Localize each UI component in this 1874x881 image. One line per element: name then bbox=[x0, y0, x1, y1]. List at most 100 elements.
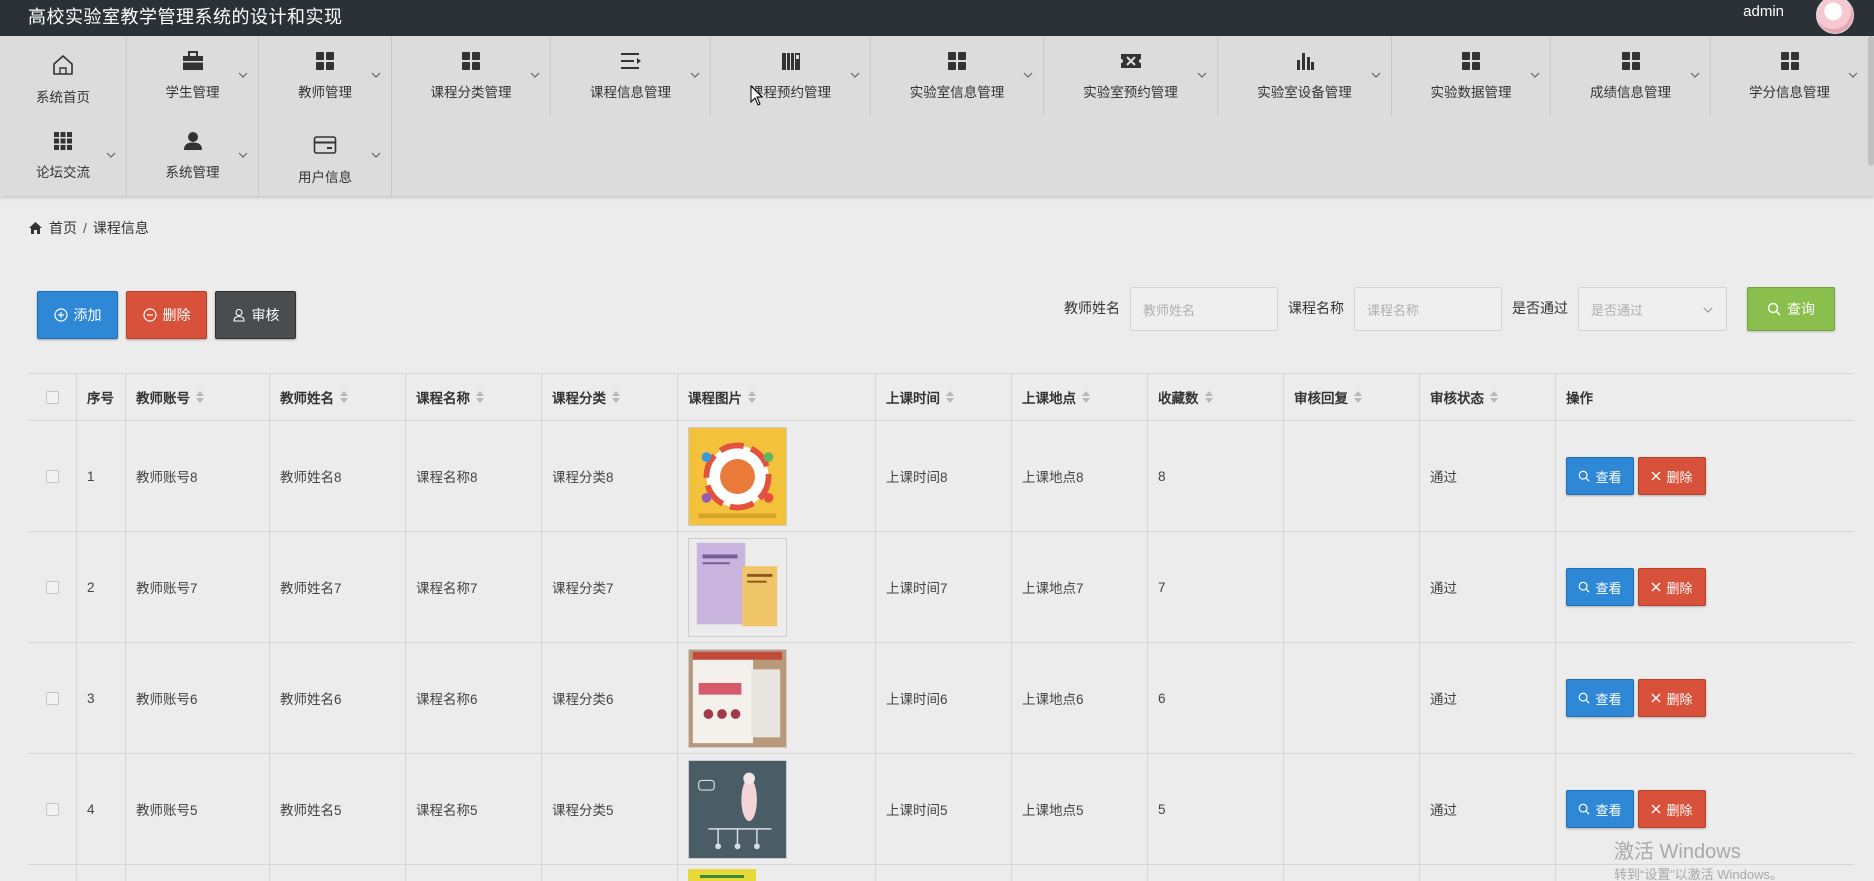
view-button[interactable]: 查看 bbox=[1566, 790, 1634, 828]
grid-icon bbox=[1458, 48, 1484, 74]
row-delete-button[interactable]: 删除 bbox=[1638, 790, 1706, 828]
select-all-checkbox[interactable] bbox=[45, 390, 59, 404]
nav-item-lab-info[interactable]: 实验室信息管理 bbox=[871, 36, 1044, 116]
course-image[interactable] bbox=[688, 426, 787, 526]
nav-item-lab-booking[interactable]: 实验室预约管理 bbox=[1044, 36, 1218, 116]
top-bar: 高校实验室教学管理系统的设计和实现 admin bbox=[0, 0, 1874, 36]
cell-reply bbox=[1284, 643, 1420, 753]
view-button-label: 查看 bbox=[1595, 469, 1622, 485]
cell-teacher-name: 教师姓名7 bbox=[270, 532, 406, 642]
sort-icon[interactable] bbox=[946, 391, 954, 403]
header-no: 序号 bbox=[87, 391, 114, 406]
course-name-input[interactable]: 课程名称 bbox=[1354, 287, 1502, 331]
sort-icon[interactable] bbox=[196, 391, 204, 403]
nav-item-grades[interactable]: 成绩信息管理 bbox=[1551, 36, 1711, 116]
pass-select[interactable]: 是否通过 bbox=[1578, 287, 1727, 331]
course-image[interactable] bbox=[688, 869, 756, 881]
view-button-label: 查看 bbox=[1595, 802, 1622, 818]
cell-teacher-name: 教师姓名8 bbox=[270, 421, 406, 531]
nav-item-home[interactable]: 系统首页 bbox=[0, 36, 127, 116]
sort-icon[interactable] bbox=[1082, 391, 1090, 403]
avatar[interactable] bbox=[1816, 0, 1854, 34]
course-image[interactable] bbox=[688, 759, 787, 859]
view-button[interactable]: 查看 bbox=[1566, 568, 1634, 606]
sort-icon[interactable] bbox=[1204, 391, 1213, 403]
teacher-name-input[interactable]: 教师姓名 bbox=[1130, 287, 1278, 331]
search-icon bbox=[1579, 470, 1591, 482]
row-checkbox[interactable] bbox=[45, 469, 59, 483]
nav-item-teachers[interactable]: 教师管理 bbox=[259, 36, 392, 116]
nav-item-user-info[interactable]: 用户信息 bbox=[259, 116, 392, 196]
nav-item-lab-data[interactable]: 实验数据管理 bbox=[1392, 36, 1551, 116]
row-checkbox[interactable] bbox=[45, 802, 59, 816]
row-delete-button[interactable]: 删除 bbox=[1638, 568, 1706, 606]
grid9-icon bbox=[50, 128, 76, 154]
chevron-down-icon bbox=[1023, 72, 1033, 78]
header-time[interactable]: 上课时间 bbox=[886, 387, 940, 407]
course-image[interactable] bbox=[688, 648, 787, 748]
header-place[interactable]: 上课地点 bbox=[1022, 387, 1076, 407]
chevron-down-icon bbox=[850, 72, 860, 78]
username[interactable]: admin bbox=[1743, 3, 1784, 20]
table-row: 2 教师账号7 教师姓名7 课程名称7 课程分类7 上课时间7 上课地点7 7 … bbox=[28, 532, 1854, 643]
header-teacher-name[interactable]: 教师姓名 bbox=[280, 387, 334, 407]
header-image[interactable]: 课程图片 bbox=[688, 387, 742, 407]
cell-fav: 7 bbox=[1148, 532, 1284, 642]
sort-icon[interactable] bbox=[340, 391, 348, 403]
cell-place: 上课地点6 bbox=[1012, 643, 1148, 753]
windows-activation-hint: 转到“设置”以激活 Windows。 bbox=[1614, 867, 1784, 881]
page-scrollbar[interactable] bbox=[1868, 36, 1874, 166]
close-icon bbox=[1651, 804, 1661, 814]
cell-no: 3 bbox=[77, 643, 126, 753]
nav-label: 成绩信息管理 bbox=[1590, 85, 1671, 100]
query-button[interactable]: 查询 bbox=[1747, 287, 1835, 331]
delete-button[interactable]: 删除 bbox=[126, 291, 207, 339]
nav-item-course-booking[interactable]: 课程预约管理 bbox=[711, 36, 871, 116]
nav-item-forum[interactable]: 论坛交流 bbox=[0, 116, 127, 196]
chevron-down-icon bbox=[690, 72, 700, 78]
row-delete-button[interactable]: 删除 bbox=[1638, 457, 1706, 495]
chevron-down-icon bbox=[1371, 72, 1381, 78]
sort-icon[interactable] bbox=[748, 391, 756, 403]
nav-item-system[interactable]: 系统管理 bbox=[127, 116, 259, 196]
header-fav[interactable]: 收藏数 bbox=[1158, 387, 1199, 407]
audit-button[interactable]: 审核 bbox=[215, 291, 296, 339]
course-image[interactable] bbox=[688, 537, 787, 637]
nav-item-students[interactable]: 学生管理 bbox=[127, 36, 259, 116]
row-checkbox[interactable] bbox=[45, 580, 59, 594]
row-delete-button[interactable]: 删除 bbox=[1638, 679, 1706, 717]
cell-reply bbox=[1284, 754, 1420, 864]
cell-category: 课程分类7 bbox=[542, 532, 678, 642]
nav-label: 教师管理 bbox=[298, 85, 352, 100]
pass-label: 是否通过 bbox=[1512, 300, 1568, 316]
view-button[interactable]: 查看 bbox=[1566, 679, 1634, 717]
view-button[interactable]: 查看 bbox=[1566, 457, 1634, 495]
nav-item-course-info[interactable]: 课程信息管理 bbox=[551, 36, 711, 116]
row-checkbox[interactable] bbox=[45, 691, 59, 705]
header-account[interactable]: 教师账号 bbox=[136, 387, 190, 407]
cell-account: 教师账号8 bbox=[126, 421, 270, 531]
nav-item-course-category[interactable]: 课程分类管理 bbox=[392, 36, 551, 116]
header-status[interactable]: 审核状态 bbox=[1430, 387, 1484, 407]
chevron-down-icon bbox=[1690, 72, 1700, 78]
nav-item-lab-equipment[interactable]: 实验室设备管理 bbox=[1218, 36, 1392, 116]
briefcase-icon bbox=[180, 48, 206, 74]
add-button[interactable]: 添加 bbox=[37, 291, 118, 339]
header-reply[interactable]: 审核回复 bbox=[1294, 387, 1348, 407]
sort-icon[interactable] bbox=[1490, 391, 1498, 403]
nav-label: 课程信息管理 bbox=[590, 85, 671, 100]
cell-course-name: 课程名称5 bbox=[406, 754, 542, 864]
cell-reply bbox=[1284, 421, 1420, 531]
sort-icon[interactable] bbox=[612, 391, 620, 403]
sort-icon[interactable] bbox=[1354, 391, 1362, 403]
header-category[interactable]: 课程分类 bbox=[552, 387, 606, 407]
pass-select-placeholder: 是否通过 bbox=[1591, 302, 1644, 318]
audit-button-label: 审核 bbox=[251, 307, 280, 323]
header-course-name[interactable]: 课程名称 bbox=[416, 387, 470, 407]
home-icon bbox=[50, 52, 76, 78]
breadcrumb-home[interactable]: 首页 bbox=[49, 218, 77, 238]
user-outline-icon bbox=[232, 308, 245, 322]
nav-item-credits[interactable]: 学分信息管理 bbox=[1711, 36, 1868, 116]
cell-place: 上课地点7 bbox=[1012, 532, 1148, 642]
sort-icon[interactable] bbox=[476, 391, 484, 403]
